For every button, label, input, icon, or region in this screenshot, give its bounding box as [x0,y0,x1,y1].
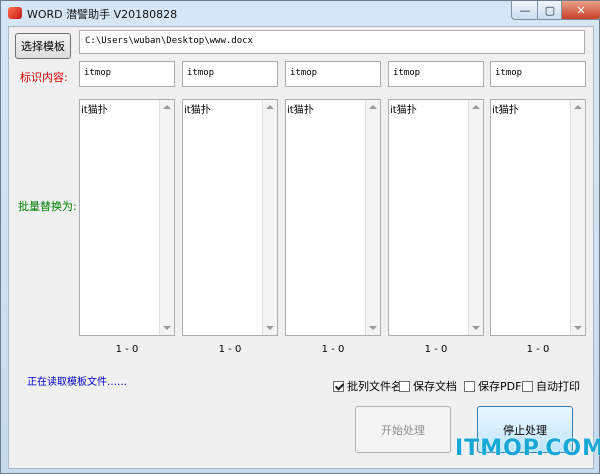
scrollbar-1[interactable] [159,100,174,335]
scroll-up-icon[interactable] [266,105,274,109]
identifier-field-5[interactable]: itmop [490,61,586,87]
count-label-3: 1 - 0 [321,344,345,355]
checkbox-auto-print[interactable]: 自动打印 [522,378,580,394]
replacement-list-5[interactable]: it猫扑 [490,99,586,336]
minimize-button[interactable]: — [511,1,539,20]
scroll-up-icon[interactable] [472,105,480,109]
scroll-up-icon[interactable] [369,105,377,109]
batch-replace-label: 批量替换为: [18,200,77,213]
identifier-field-3[interactable]: itmop [285,61,381,87]
count-label-1: 1 - 0 [115,344,139,355]
checkbox-save-document[interactable]: 保存文档 [399,378,457,394]
title-bar[interactable]: WORD 潜譬助手 V20180828 — ▢ ✕ [1,1,600,25]
maximize-button[interactable]: ▢ [537,1,563,20]
checkbox-label-3: 保存PDF [478,380,522,393]
app-icon [8,7,22,19]
identifier-field-4[interactable]: itmop [388,61,484,87]
checkbox-save-pdf[interactable]: 保存PDF [464,378,521,394]
replacement-text-1: it猫扑 [81,105,108,116]
checkbox-box-3[interactable] [464,380,475,392]
checkbox-batch-filename[interactable]: 批列文件名 [333,378,402,394]
main-panel: 选择模板 C:\Users\wuban\Desktop\www.docx 标识内… [8,26,600,469]
scroll-down-icon[interactable] [574,326,582,330]
replacement-text-3: it猫扑 [287,105,314,116]
scrollbar-5[interactable] [570,100,585,335]
replacement-list-4[interactable]: it猫扑 [388,99,484,336]
watermark-logo: ITMOP.COM [455,436,600,461]
replacement-list-2[interactable]: it猫扑 [182,99,278,336]
app-window: WORD 潜譬助手 V20180828 — ▢ ✕ 选择模板 C:\Users\… [0,0,600,474]
select-template-button[interactable]: 选择模板 [15,33,71,59]
window-title: WORD 潜譬助手 V20180828 [27,8,178,21]
replacement-text-5: it猫扑 [492,105,519,116]
checkbox-box-1[interactable] [333,380,344,392]
scrollbar-4[interactable] [468,100,483,335]
scroll-up-icon[interactable] [163,105,171,109]
count-label-4: 1 - 0 [424,344,448,355]
checkbox-label-2: 保存文档 [413,380,457,393]
count-label-2: 1 - 0 [218,344,242,355]
identifier-field-2[interactable]: itmop [182,61,278,87]
scrollbar-2[interactable] [262,100,277,335]
replacement-text-4: it猫扑 [390,105,417,116]
replacement-list-1[interactable]: it猫扑 [79,99,175,336]
identify-label: 标识内容: [20,71,68,84]
template-path-field[interactable]: C:\Users\wuban\Desktop\www.docx [79,30,585,54]
replacement-text-2: it猫扑 [184,105,211,116]
checkbox-box-2[interactable] [399,380,410,392]
scroll-down-icon[interactable] [266,326,274,330]
scroll-down-icon[interactable] [369,326,377,330]
count-label-5: 1 - 0 [526,344,550,355]
checkbox-box-4[interactable] [522,380,533,392]
checkbox-label-1: 批列文件名 [347,380,402,393]
scroll-down-icon[interactable] [163,326,171,330]
start-processing-button[interactable]: 开始处理 [355,406,451,453]
replacement-list-3[interactable]: it猫扑 [285,99,381,336]
scrollbar-3[interactable] [365,100,380,335]
scroll-down-icon[interactable] [472,326,480,330]
checkbox-label-4: 自动打印 [536,380,580,393]
scroll-up-icon[interactable] [574,105,582,109]
close-button[interactable]: ✕ [561,1,600,20]
status-text: 正在读取模板文件…… [27,377,127,388]
identifier-field-1[interactable]: itmop [79,61,175,87]
